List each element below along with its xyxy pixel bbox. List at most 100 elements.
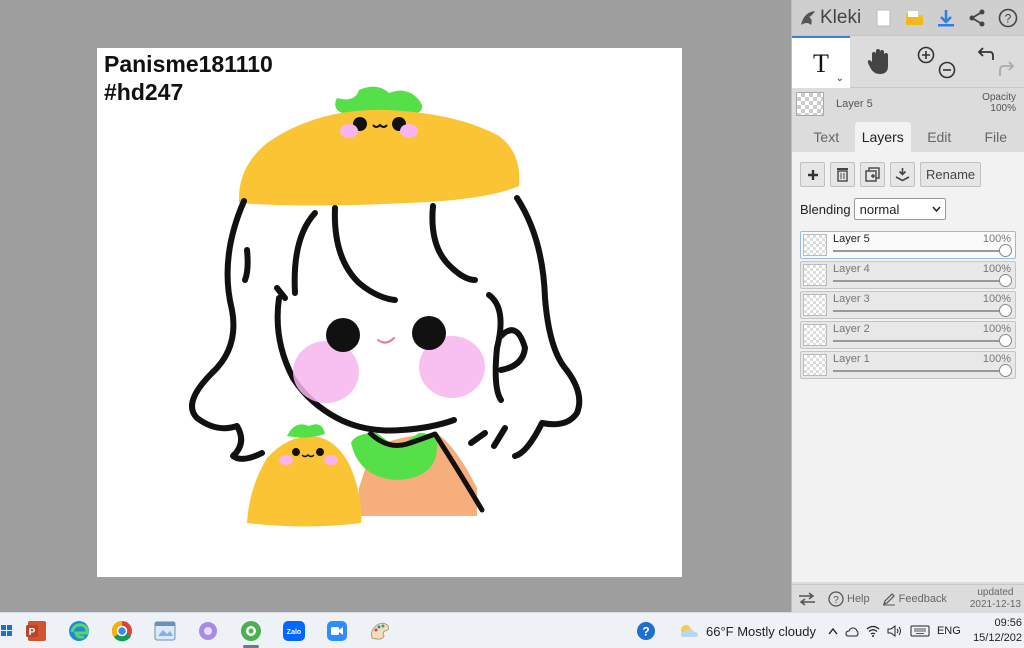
blending-value: normal <box>859 201 900 217</box>
chrome-icon <box>111 620 132 641</box>
add-layer-button[interactable] <box>800 162 825 187</box>
zoom-video-icon <box>326 620 347 641</box>
chevron-down-icon[interactable]: ⌄ <box>836 73 844 84</box>
taskbar-purple-app[interactable] <box>186 613 229 648</box>
zoom-in-out-icons[interactable] <box>912 40 962 84</box>
current-layer-thumbnail <box>796 92 824 116</box>
kleki-logo[interactable]: Kleki <box>798 7 868 29</box>
save-download-button[interactable] <box>930 2 961 34</box>
blending-row: Blending normal <box>800 198 1016 220</box>
weather-widget[interactable]: 66°F Mostly cloudy <box>678 623 816 639</box>
updated-info: updated 2021-12-13 <box>970 587 1024 611</box>
layer-name: Layer 2 <box>833 323 870 335</box>
svg-text:P: P <box>28 627 35 638</box>
text-tool-button[interactable]: T ⌄ <box>792 36 850 88</box>
question-mark-icon: ? <box>637 622 655 640</box>
layer-opacity-knob[interactable] <box>999 334 1012 347</box>
current-layer-name: Layer 5 <box>836 98 873 110</box>
layer-thumbnail <box>803 324 827 346</box>
layers-pane: Rename Blending normal Layer 5 100% Laye… <box>792 152 1024 582</box>
taskbar-app-window[interactable] <box>143 613 186 648</box>
merge-down-button[interactable] <box>890 162 915 187</box>
layer-thumbnail <box>803 294 827 316</box>
tab-text[interactable]: Text <box>798 122 855 152</box>
duplicate-layer-button[interactable] <box>860 162 885 187</box>
help-button[interactable]: ? <box>993 2 1024 34</box>
clock[interactable]: 09:56 15/12/202 <box>973 616 1022 646</box>
layer-opacity-slider[interactable] <box>833 250 1003 252</box>
new-image-button[interactable] <box>868 2 899 34</box>
blending-select[interactable]: normal <box>853 198 946 220</box>
layer-opacity-slider[interactable] <box>833 340 1003 342</box>
taskbar-zalo[interactable]: Zalo <box>272 613 315 648</box>
undo-redo-icons[interactable] <box>970 40 1020 84</box>
share-button[interactable] <box>962 2 993 34</box>
opacity-value: 100% <box>990 103 1016 114</box>
canvas-workspace[interactable]: Panisme181110 #hd247 <box>0 0 791 612</box>
layer-item[interactable]: Layer 2 100% <box>800 321 1016 349</box>
zoom-tools <box>908 36 966 88</box>
taskbar-kleki-browser[interactable] <box>229 613 272 648</box>
layer-opacity-slider[interactable] <box>833 310 1003 312</box>
layer-name: Layer 5 <box>833 233 870 245</box>
layer-item[interactable]: Layer 3 100% <box>800 291 1016 319</box>
layer-item[interactable]: Layer 1 100% <box>800 351 1016 379</box>
text-tool-icon: T <box>813 51 829 75</box>
layer-item[interactable]: Layer 5 100% <box>800 231 1016 259</box>
help-tray-icon[interactable]: ? <box>636 621 656 641</box>
help-label: Help <box>847 592 870 605</box>
layer-opacity-slider[interactable] <box>833 280 1003 282</box>
layer-thumbnail <box>803 354 827 376</box>
plus-icon <box>807 169 818 180</box>
clock-date: 15/12/202 <box>973 632 1022 644</box>
svg-text:?: ? <box>642 625 649 639</box>
opacity-readout: Opacity 100% <box>982 92 1016 114</box>
language-indicator[interactable]: ENG <box>937 625 961 637</box>
taskbar-chrome[interactable] <box>100 613 143 648</box>
coccoc-browser-icon <box>240 620 261 641</box>
taskbar-edge[interactable] <box>57 613 100 648</box>
tab-layers[interactable]: Layers <box>854 122 911 152</box>
question-icon: ? <box>999 8 1018 27</box>
rename-layer-button[interactable]: Rename <box>920 162 982 187</box>
chevron-down-icon <box>932 206 941 212</box>
taskbar-paint[interactable] <box>358 613 401 648</box>
tray-icons: ENG <box>828 625 961 637</box>
tool-panel: Kleki ? T ⌄ Layer 5 Opacity 100% Text La… <box>791 0 1024 612</box>
flower-app-icon <box>198 621 217 640</box>
chevron-up-icon[interactable] <box>828 627 838 635</box>
layer-opacity-knob[interactable] <box>999 274 1012 287</box>
hand-icon <box>867 49 888 74</box>
layer-opacity-slider[interactable] <box>833 370 1003 372</box>
layer-name: Layer 3 <box>833 293 870 305</box>
start-button[interactable] <box>0 613 14 648</box>
help-link[interactable]: ? Help <box>822 585 876 612</box>
weather-text: 66°F Mostly cloudy <box>706 623 816 639</box>
layer-opacity-knob[interactable] <box>999 364 1012 377</box>
taskbar-powerpoint[interactable]: P <box>14 613 57 648</box>
cloud-sync-icon[interactable] <box>845 625 859 637</box>
delete-layer-button[interactable] <box>830 162 855 187</box>
feedback-label: Feedback <box>898 592 947 605</box>
tab-edit[interactable]: Edit <box>911 122 968 152</box>
speaker-icon[interactable] <box>887 625 903 637</box>
kleki-logo-icon <box>801 10 815 25</box>
svg-text:?: ? <box>1005 11 1012 25</box>
opacity-label: Opacity <box>982 92 1016 103</box>
swap-panel-button[interactable] <box>792 585 822 612</box>
wifi-icon[interactable] <box>866 625 880 637</box>
open-folder-button[interactable] <box>899 2 930 34</box>
hand-tool-button[interactable] <box>850 36 908 88</box>
layer-item[interactable]: Layer 4 100% <box>800 261 1016 289</box>
feedback-link[interactable]: Feedback <box>876 585 953 612</box>
updated-date: 2021-12-13 <box>969 598 1021 610</box>
drawing-canvas[interactable]: Panisme181110 #hd247 <box>97 48 682 577</box>
layer-opacity-knob[interactable] <box>999 244 1012 257</box>
layer-name: Layer 1 <box>833 353 870 365</box>
keyboard-icon[interactable] <box>910 625 930 637</box>
layer-opacity-knob[interactable] <box>999 304 1012 317</box>
tab-file[interactable]: File <box>968 122 1024 152</box>
merge-down-icon <box>895 168 910 182</box>
taskbar-zoom[interactable] <box>315 613 358 648</box>
system-tray: ? 66°F Mostly cloudy ENG <box>636 613 961 648</box>
